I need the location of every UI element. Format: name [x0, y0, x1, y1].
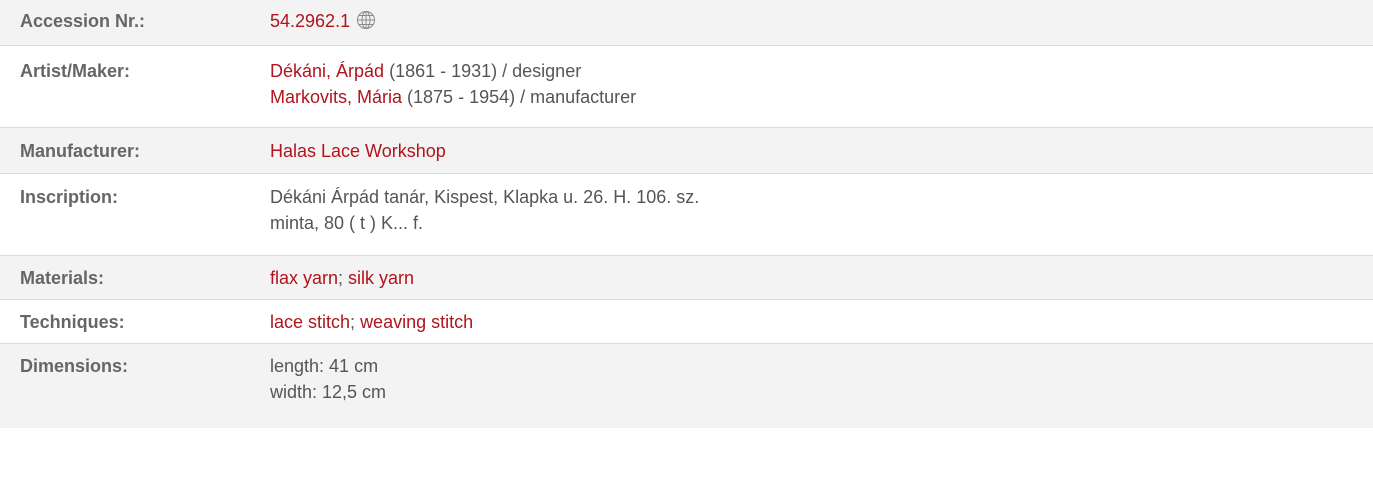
materials-label: Materials: [20, 268, 105, 288]
artist-details: (1875 - 1954) / manufacturer [402, 87, 637, 107]
row-artist-maker: Artist/Maker: Dékáni, Árpád (1861 - 1931… [0, 46, 1373, 128]
material-link[interactable]: silk yarn [348, 268, 414, 288]
row-techniques: Techniques: lace stitch; weaving stitch [0, 300, 1373, 344]
accession-label: Accession Nr.: [20, 11, 146, 31]
globe-icon[interactable] [356, 10, 376, 30]
technique-link[interactable]: lace stitch [270, 312, 350, 332]
material-link[interactable]: flax yarn [270, 268, 338, 288]
inscription-line: minta, 80 ( t ) K... f. [270, 213, 424, 233]
inscription-value: Dékáni Árpád tanár, Kispest, Klapka u. 2… [270, 184, 1373, 236]
artist-name-link[interactable]: Markovits, Mária [270, 87, 402, 107]
dimensions-label: Dimensions: [20, 356, 129, 376]
artist-name-link[interactable]: Dékáni, Árpád [270, 61, 384, 81]
dimension-line: width: 12,5 cm [270, 382, 387, 402]
manufacturer-value: Halas Lace Workshop [270, 138, 1373, 164]
techniques-label: Techniques: [20, 312, 125, 332]
artist-label: Artist/Maker: [20, 61, 131, 81]
manufacturer-label: Manufacturer: [20, 141, 141, 161]
inscription-label: Inscription: [20, 187, 118, 207]
techniques-value: lace stitch; weaving stitch [270, 309, 1373, 335]
list-separator: ; [350, 312, 361, 332]
row-manufacturer: Manufacturer: Halas Lace Workshop [0, 128, 1373, 174]
artist-entry: Markovits, Mária (1875 - 1954) / manufac… [270, 84, 1373, 110]
row-dimensions: Dimensions: length: 41 cm width: 12,5 cm [0, 344, 1373, 428]
artist-value: Dékáni, Árpád (1861 - 1931) / designer M… [270, 58, 1373, 110]
materials-value: flax yarn; silk yarn [270, 265, 1373, 291]
accession-value: 54.2962.1 [270, 8, 1373, 34]
artist-details: (1861 - 1931) / designer [384, 61, 582, 81]
inscription-line: Dékáni Árpád tanár, Kispest, Klapka u. 2… [270, 187, 700, 207]
row-inscription: Inscription: Dékáni Árpád tanár, Kispest… [0, 174, 1373, 256]
dimension-line: length: 41 cm [270, 356, 379, 376]
artist-entry: Dékáni, Árpád (1861 - 1931) / designer [270, 58, 1373, 84]
technique-link[interactable]: weaving stitch [360, 312, 473, 332]
accession-number-link[interactable]: 54.2962.1 [270, 11, 350, 31]
object-record-table: Accession Nr.: 54.2962.1 Artist/Maker: D… [0, 0, 1373, 428]
row-accession-number: Accession Nr.: 54.2962.1 [0, 0, 1373, 46]
dimensions-value: length: 41 cm width: 12,5 cm [270, 353, 1373, 405]
list-separator: ; [338, 268, 349, 288]
manufacturer-link[interactable]: Halas Lace Workshop [270, 141, 446, 161]
row-materials: Materials: flax yarn; silk yarn [0, 256, 1373, 300]
